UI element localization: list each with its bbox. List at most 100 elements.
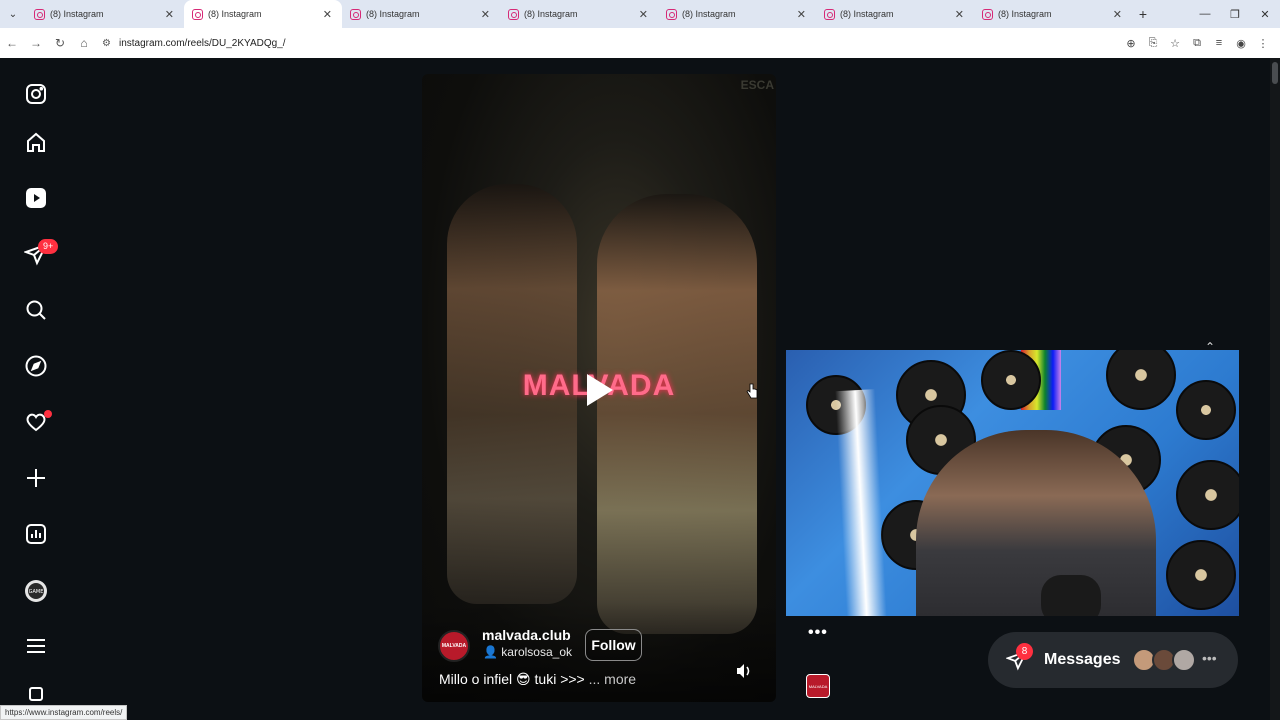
minimize-icon[interactable]: —: [1190, 0, 1220, 28]
page-scrollbar[interactable]: [1270, 58, 1280, 720]
browser-tab-active[interactable]: (8) Instagram ✕: [184, 0, 342, 28]
vinyl-record: [1166, 540, 1236, 610]
browser-tab-bar: ⌄ (8) Instagram ✕ (8) Instagram ✕ (8) Inst…: [0, 0, 1280, 28]
scrollbar-thumb[interactable]: [1272, 62, 1278, 84]
messages-unread-badge: 8: [1016, 643, 1033, 660]
account-avatar[interactable]: MALVADA: [438, 630, 470, 662]
status-bar-url: https://www.instagram.com/reels/: [0, 705, 128, 720]
caption-more-link[interactable]: ... more: [589, 671, 636, 687]
hand-cursor-icon: [746, 383, 758, 399]
explore-icon[interactable]: [20, 350, 52, 382]
browser-tab[interactable]: (8) Instagram ✕: [26, 0, 184, 28]
messages-button[interactable]: Messages: [988, 632, 1238, 688]
tab-title: (8) Instagram: [998, 9, 1052, 19]
reels-icon[interactable]: [20, 182, 52, 214]
caption-text: Millo o infiel 😎 tuki >>>: [439, 671, 585, 687]
home-button-icon[interactable]: ⌂: [72, 28, 96, 58]
streamer: [916, 430, 1156, 616]
back-arrow-icon[interactable]: ←: [0, 28, 24, 58]
instagram-favicon-icon: [192, 8, 203, 20]
instagram-favicon-icon: [508, 8, 519, 20]
close-window-icon[interactable]: ✕: [1250, 0, 1280, 28]
tab-title: (8) Instagram: [524, 9, 578, 19]
volume-icon[interactable]: [735, 662, 753, 680]
messages-label: Messages: [1044, 651, 1121, 668]
forward-arrow-icon[interactable]: →: [24, 28, 48, 58]
reel-options-button[interactable]: •••: [808, 624, 828, 642]
extensions-icon[interactable]: ⧉: [1186, 37, 1208, 50]
messages-count-badge: 9+: [38, 239, 59, 254]
url-field[interactable]: ⚙ instagram.com/reels/DU_2KYADQg_/: [102, 38, 286, 49]
instagram-favicon-icon: [350, 8, 361, 20]
tab-close-icon[interactable]: ✕: [639, 8, 648, 21]
browser-tab[interactable]: (8) Instagram ✕: [816, 0, 974, 28]
notification-dot: [44, 410, 52, 418]
create-icon[interactable]: [20, 462, 52, 494]
profile-avatar[interactable]: GAME: [20, 575, 52, 607]
vinyl-record: [981, 350, 1041, 410]
more-contacts-icon: •••: [1202, 650, 1217, 666]
bookmark-star-icon[interactable]: ☆: [1164, 37, 1186, 50]
home-icon[interactable]: [20, 127, 52, 159]
vinyl-record: [1176, 380, 1236, 440]
browser-tab[interactable]: (8) Instagram ✕: [974, 0, 1132, 28]
reel-video[interactable]: ESCA MALVADA MALVADA malvada.club 👤 karo…: [422, 74, 776, 702]
media-controls-icon[interactable]: ≡: [1208, 37, 1230, 49]
instagram-favicon-icon: [34, 8, 45, 20]
instagram-page: 9+ GAME ESCA MALVADA malvada.club 👤 karo…: [0, 58, 1280, 720]
collaborator-username[interactable]: 👤 karolsosa_ok: [483, 645, 572, 659]
play-icon[interactable]: [581, 370, 617, 410]
url-text: instagram.com/reels/DU_2KYADQg_/: [118, 37, 286, 49]
browser-tab[interactable]: (8) Instagram ✕: [500, 0, 658, 28]
tab-title: (8) Instagram: [840, 9, 894, 19]
reload-icon[interactable]: ↻: [48, 28, 72, 58]
tab-close-icon[interactable]: ✕: [481, 8, 490, 21]
microphone: [1041, 575, 1101, 616]
video-frame-subject-right: [597, 194, 757, 634]
site-info-icon[interactable]: ⚙: [102, 38, 111, 49]
sidebar: 9+ GAME: [0, 58, 72, 720]
address-bar-actions: ⊕ ⎘ ☆ ⧉ ≡ ◉ ⋮: [1120, 28, 1274, 58]
instagram-logo-icon[interactable]: [20, 78, 52, 110]
tab-search-chevron-icon[interactable]: ⌄: [0, 0, 26, 28]
browser-menu-icon[interactable]: ⋮: [1252, 37, 1274, 50]
window-controls: — ❐ ✕: [1190, 0, 1280, 28]
tab-title: (8) Instagram: [208, 9, 262, 19]
instagram-favicon-icon: [824, 8, 835, 20]
also-from-meta-icon[interactable]: [20, 684, 52, 704]
account-username[interactable]: malvada.club: [482, 627, 571, 643]
instagram-favicon-icon: [982, 8, 993, 20]
tab-close-icon[interactable]: ✕: [955, 8, 964, 21]
tab-title: (8) Instagram: [682, 9, 736, 19]
tab-title: (8) Instagram: [50, 9, 104, 19]
install-app-icon[interactable]: ⎘: [1142, 37, 1164, 50]
webcam-overlay: [786, 350, 1239, 616]
contact-avatar: [1172, 648, 1196, 672]
browser-tab[interactable]: (8) Instagram ✕: [658, 0, 816, 28]
new-tab-icon[interactable]: +: [1132, 6, 1154, 22]
recent-contacts-avatars: [1132, 648, 1196, 672]
light-beam: [835, 389, 887, 616]
zoom-icon[interactable]: ⊕: [1120, 37, 1142, 50]
vinyl-record: [1176, 460, 1239, 530]
tab-close-icon[interactable]: ✕: [323, 8, 332, 21]
collaborator-name: karolsosa_ok: [501, 645, 572, 659]
reel-caption: Millo o infiel 😎 tuki >>> ... more: [439, 671, 636, 688]
browser-tab[interactable]: (8) Instagram ✕: [342, 0, 500, 28]
follow-button[interactable]: Follow: [585, 629, 642, 661]
svg-text:GAME: GAME: [29, 589, 44, 595]
person-icon: 👤: [483, 645, 502, 659]
scroll-up-chevron-icon[interactable]: ⌃: [1196, 333, 1224, 361]
search-icon[interactable]: [20, 294, 52, 326]
more-menu-icon[interactable]: [20, 630, 52, 662]
profile-icon[interactable]: ◉: [1230, 37, 1252, 50]
tab-close-icon[interactable]: ✕: [165, 8, 174, 21]
instagram-favicon-icon: [666, 8, 677, 20]
dashboard-icon[interactable]: [20, 518, 52, 550]
restore-icon[interactable]: ❐: [1220, 0, 1250, 28]
browser-address-bar: ← → ↻ ⌂ ⚙ instagram.com/reels/DU_2KYADQg…: [0, 28, 1280, 58]
tab-close-icon[interactable]: ✕: [797, 8, 806, 21]
tab-close-icon[interactable]: ✕: [1113, 8, 1122, 21]
audio-avatar[interactable]: MALVADA: [806, 674, 830, 698]
video-watermark: ESCA: [740, 78, 774, 92]
